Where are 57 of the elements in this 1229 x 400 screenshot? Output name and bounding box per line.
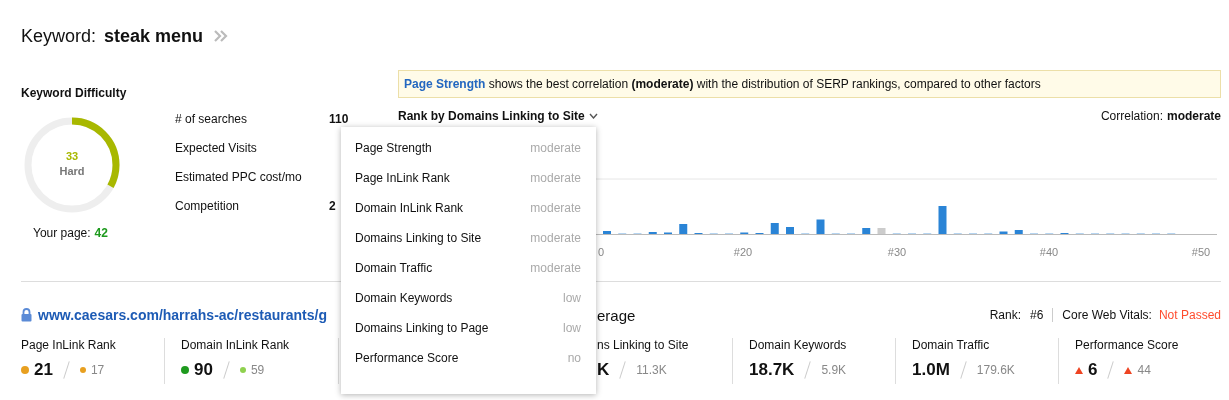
metric-value: 18.7K [749,360,795,380]
url-link[interactable]: www.caesars.com/harrahs-ac/restaurants/g [38,307,327,323]
notice-bar: Page Strength shows the best correlation (moderate) with the distribution of SERP rankings, compared to other factors [398,70,1221,98]
metric-label: Expected Visits [175,141,258,157]
metric-value: 21 [34,360,53,380]
rank-value: #6 [1030,308,1044,322]
menu-item[interactable]: Domains Linking to Page low [341,313,596,343]
axis-tick-label: #50 [1191,246,1211,258]
lock-icon [21,308,32,322]
menu-item[interactable]: Performance Score no [341,343,596,373]
keyword-text: steak menu [104,25,204,47]
metric-label: Domain Keywords [749,338,848,352]
comparison-value: 11.3K [636,363,667,377]
difficulty-score: 33 [64,150,80,162]
comparison-value: 179.6K [976,363,1015,377]
metric-value: 2 [329,199,336,213]
menu-item[interactable]: Domains Linking to Site moderate [341,223,596,253]
correlation-value: moderate [1166,109,1221,123]
metric-label: Competition [175,199,241,215]
axis-tick-label: #30 [887,246,907,258]
section-heading: erage [597,306,636,324]
chart-selector[interactable]: Rank by Domains Linking to Site [398,109,598,123]
menu-item[interactable]: Page InLink Rank moderate [341,163,596,193]
menu-item[interactable]: Domain Keywords low [341,283,596,313]
metric-label: Performance Score [1075,338,1180,352]
rank-label: Rank: [989,308,1021,322]
metric-label: ns Linking to Site [597,338,690,352]
axis-tick-label: #20 [733,246,753,258]
metric-value: 90 [194,360,213,380]
metric-value: 110 [329,112,349,126]
metric-label: Page InLink Rank [21,338,117,352]
your-page-label: Your page: [33,226,91,240]
metric-value: 1.0M [912,360,950,380]
comparison-value: 17 [90,363,105,377]
chevrons-icon[interactable] [214,30,229,42]
correlation-label: Correlation: [1100,109,1163,123]
axis-tick-label: #40 [1039,246,1059,258]
your-page-score: 42 [94,226,108,240]
metric-label: Estimated PPC cost/mo [175,170,303,186]
metric-label: Domain InLink Rank [181,338,291,352]
section-title: Keyword Difficulty [21,86,128,100]
metric-value: 6 [1088,360,1098,380]
metric-label: Domain Traffic [912,338,991,352]
comparison-value: 44 [1137,363,1151,377]
comparison-value: 59 [250,363,265,377]
menu-item[interactable]: Domain InLink Rank moderate [341,193,596,223]
metric-label: # of searches [175,112,249,128]
keyword-label: Keyword: [21,25,97,47]
menu-item[interactable]: Domain Traffic moderate [341,253,596,283]
vitals-status: Not Passed [1158,308,1221,322]
metric-value: K [597,360,610,380]
difficulty-rating: Hard [58,165,86,177]
vitals-label: Core Web Vitals: [1062,308,1152,322]
caret-icon [588,113,598,119]
axis-tick-label: 0 [598,246,605,258]
menu-item[interactable]: Page Strength moderate [341,133,596,163]
comparison-value: 5.9K [821,363,847,377]
